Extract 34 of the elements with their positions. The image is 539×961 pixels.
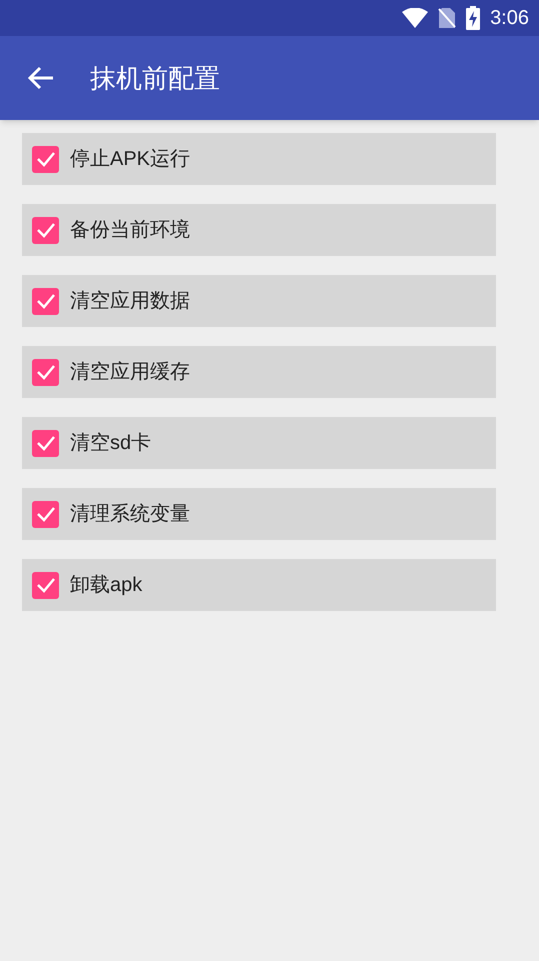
checkbox[interactable] <box>32 572 59 598</box>
option-row[interactable]: 清理系统变量 <box>22 488 496 540</box>
check-icon <box>36 151 56 167</box>
option-label: 清理系统变量 <box>70 502 190 527</box>
option-label: 卸载apk <box>70 573 142 598</box>
checkbox[interactable] <box>32 146 59 172</box>
option-row[interactable]: 清空应用缓存 <box>22 346 496 398</box>
option-label: 清空应用数据 <box>70 289 190 314</box>
battery-charging-icon <box>466 6 480 30</box>
check-icon <box>36 293 56 309</box>
no-sim-icon <box>438 7 456 29</box>
back-arrow-icon[interactable] <box>28 66 54 90</box>
check-icon <box>36 577 56 593</box>
checkbox[interactable] <box>32 430 59 456</box>
option-row[interactable]: 停止APK运行 <box>22 133 496 185</box>
check-icon <box>36 435 56 451</box>
checkbox[interactable] <box>32 500 59 528</box>
option-label: 备份当前环境 <box>70 218 190 243</box>
check-icon <box>36 506 56 522</box>
checkbox[interactable] <box>32 358 59 386</box>
check-icon <box>36 364 56 380</box>
option-label: 清空应用缓存 <box>70 360 190 385</box>
option-label: 清空sd卡 <box>70 431 152 456</box>
clock: 3:06 <box>490 6 529 31</box>
checkbox[interactable] <box>32 216 59 244</box>
option-label: 停止APK运行 <box>70 147 190 172</box>
wifi-icon <box>402 8 428 28</box>
option-row[interactable]: 清空应用数据 <box>22 275 496 327</box>
option-row[interactable]: 卸载apk <box>22 559 496 611</box>
checkbox[interactable] <box>32 288 59 314</box>
option-row[interactable]: 清空sd卡 <box>22 417 496 469</box>
screen-title: 抹机前配置 <box>90 62 220 94</box>
option-row[interactable]: 备份当前环境 <box>22 204 496 256</box>
check-icon <box>36 222 56 238</box>
